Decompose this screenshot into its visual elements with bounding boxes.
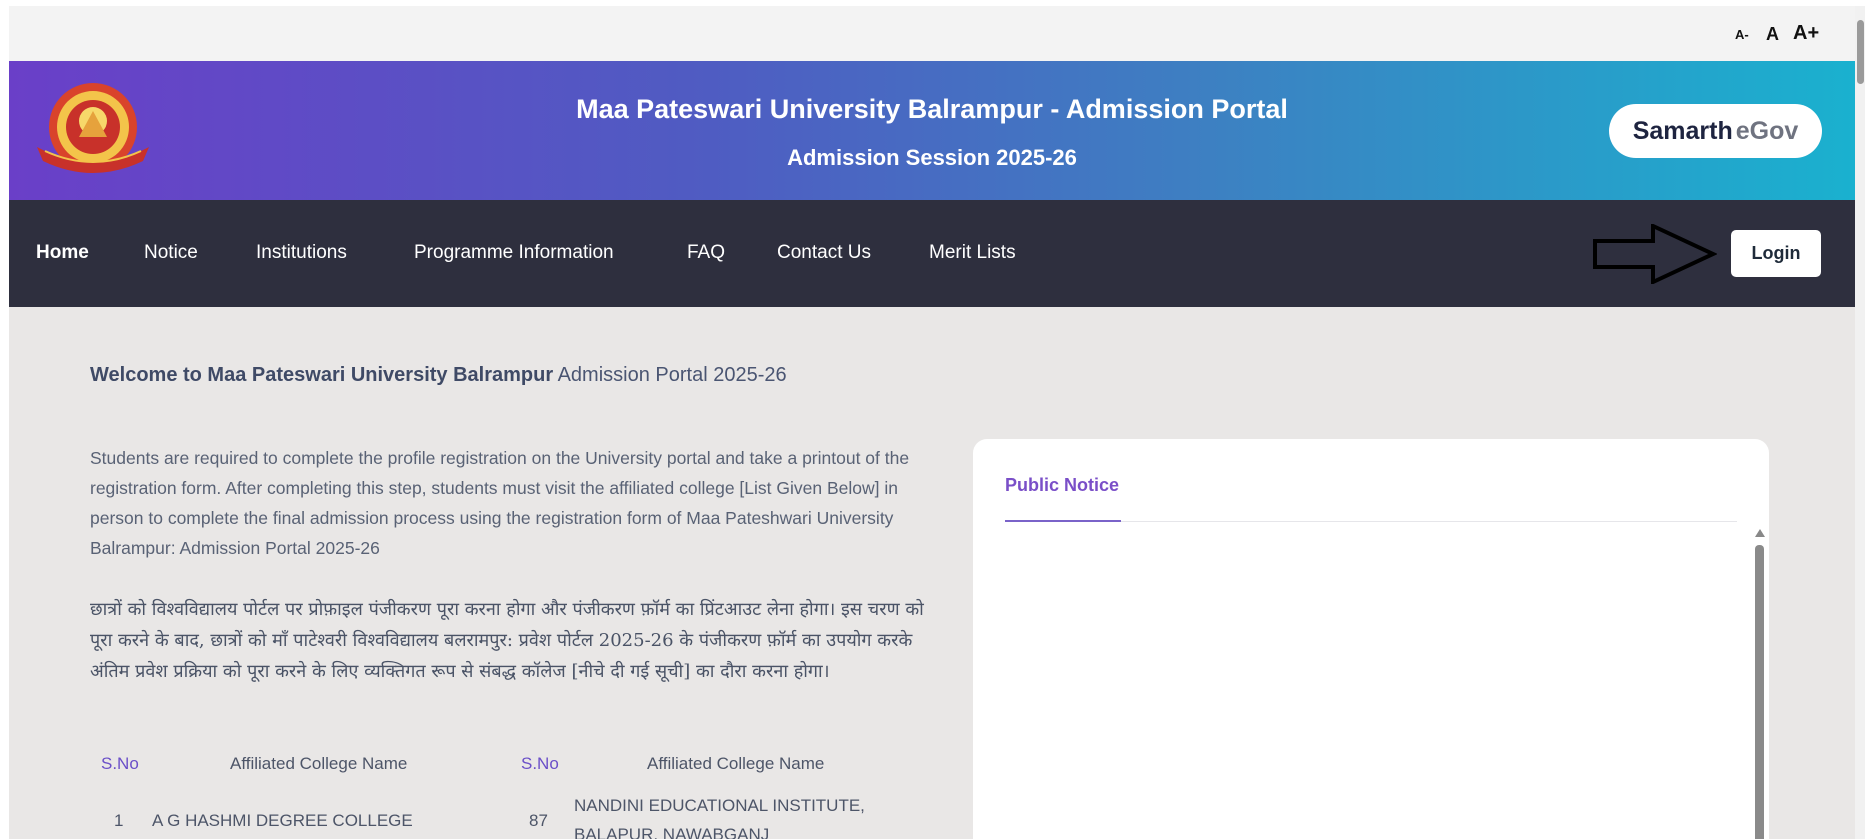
main-nav: Home Notice Institutions Programme Infor… — [9, 200, 1855, 307]
brand-suffix: eGov — [1735, 117, 1799, 145]
table-header-sno-2: S.No — [521, 754, 559, 773]
public-notice-panel: Public Notice — [973, 439, 1769, 839]
nav-programme-information[interactable]: Programme Information — [414, 242, 614, 264]
samarth-egov-logo[interactable]: Samarth eGov — [1609, 104, 1822, 158]
site-header: Maa Pateswari University Balrampur - Adm… — [9, 61, 1855, 200]
scroll-up-icon[interactable] — [1755, 529, 1765, 537]
table-cell-sno: 1 — [114, 811, 124, 830]
login-button[interactable]: Login — [1731, 230, 1821, 277]
notice-scrollbar-thumb[interactable] — [1755, 545, 1764, 839]
public-notice-tab[interactable]: Public Notice — [1005, 475, 1119, 496]
page-scrollbar-thumb[interactable] — [1857, 20, 1864, 84]
font-increase-button[interactable]: A+ — [1793, 22, 1819, 45]
table-cell-college-2-line2: BALAPUR, NAWABGANJ — [574, 825, 770, 839]
intro-hindi: छात्रों को विश्वविद्यालय पोर्टल पर प्रोफ… — [90, 599, 924, 682]
font-decrease-button[interactable]: A- — [1735, 27, 1749, 42]
table-cell-college: A G HASHMI DEGREE COLLEGE — [152, 811, 413, 830]
active-tab-indicator — [1005, 520, 1121, 522]
table-cell-sno-2: 87 — [529, 811, 548, 830]
brand-name: Samarth — [1632, 117, 1733, 145]
page-scrollbar[interactable] — [1855, 6, 1865, 839]
nav-notice[interactable]: Notice — [144, 242, 198, 264]
arrow-right-icon — [1593, 224, 1717, 284]
welcome-heading-bold: Welcome to Maa Pateswari University Balr… — [90, 364, 554, 386]
session-subtitle: Admission Session 2025-26 — [787, 145, 1077, 170]
browser-viewport: A- A A+ Maa Pateswari University Balramp… — [9, 6, 1855, 839]
nav-merit-lists[interactable]: Merit Lists — [929, 242, 1016, 264]
table-cell-college-2-line1: NANDINI EDUCATIONAL INSTITUTE, — [574, 796, 865, 815]
table-header-sno: S.No — [101, 754, 139, 773]
portal-title: Maa Pateswari University Balrampur - Adm… — [576, 94, 1288, 124]
table-header-college-2: Affiliated College Name — [647, 754, 825, 773]
nav-faq[interactable]: FAQ — [687, 242, 725, 264]
intro-english: Students are required to complete the pr… — [90, 448, 910, 558]
table-header-college: Affiliated College Name — [230, 754, 408, 773]
font-size-bar: A- A A+ — [9, 6, 1855, 61]
welcome-heading-rest: Admission Portal 2025-26 — [553, 364, 787, 386]
welcome-heading: Welcome to Maa Pateswari University Balr… — [90, 364, 787, 387]
nav-institutions[interactable]: Institutions — [256, 242, 347, 264]
nav-contact-us[interactable]: Contact Us — [777, 242, 871, 264]
font-normal-button[interactable]: A — [1766, 24, 1779, 45]
nav-home[interactable]: Home — [36, 242, 89, 264]
